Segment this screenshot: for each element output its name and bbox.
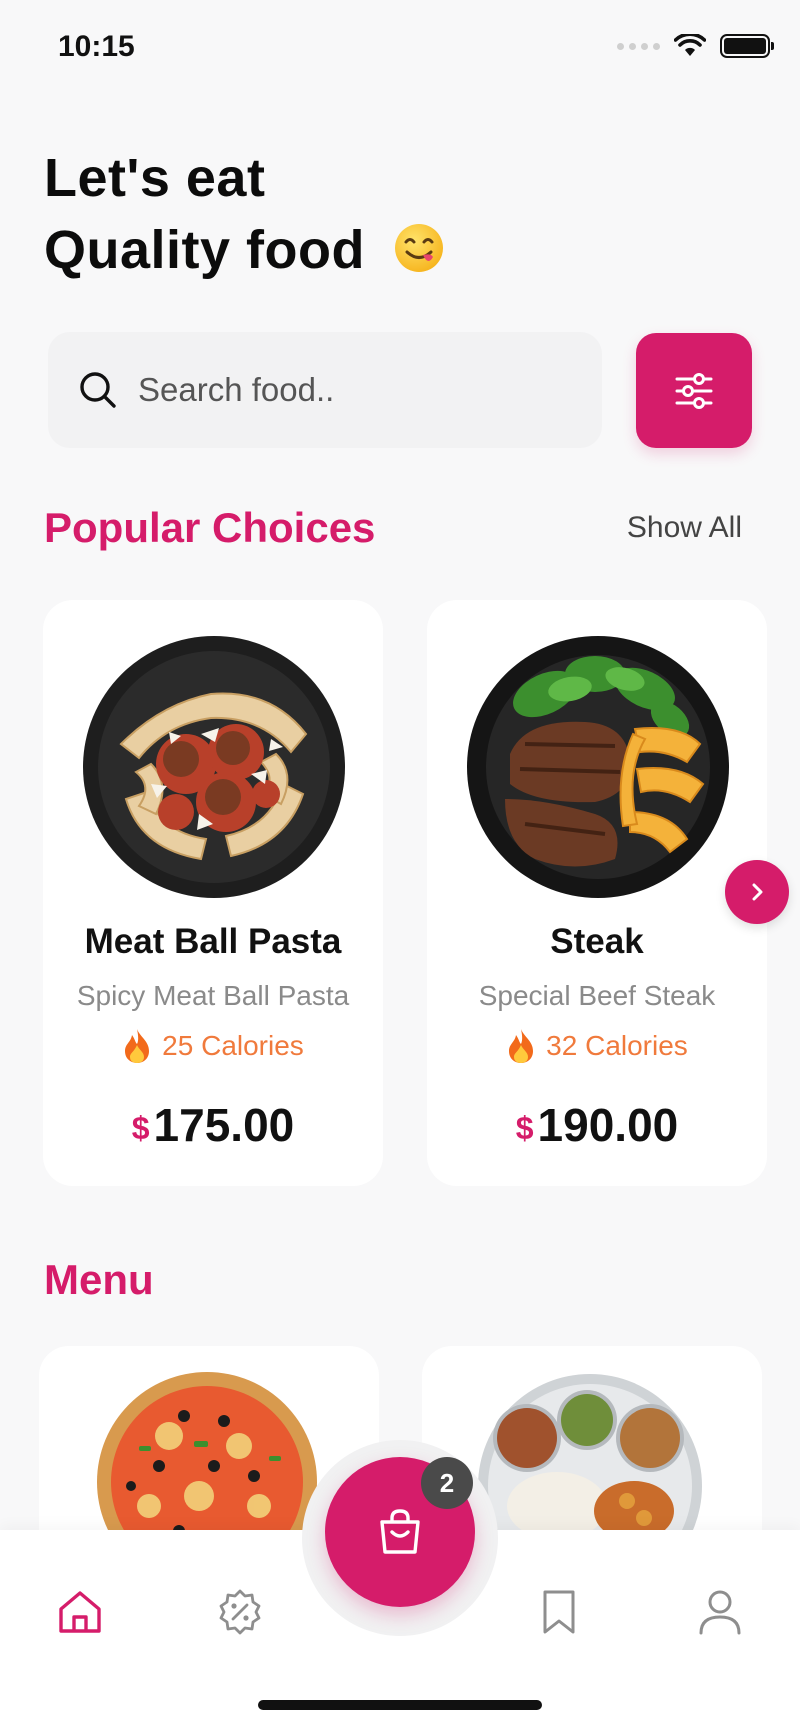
status-time: 10:15 — [58, 30, 135, 63]
home-icon — [59, 1591, 101, 1633]
section-title-popular: Popular Choices — [44, 504, 376, 551]
title-line-2-text: Quality food — [44, 220, 365, 280]
nav-home[interactable] — [52, 1584, 108, 1640]
nav-profile[interactable] — [692, 1584, 748, 1640]
steak-image — [467, 636, 729, 898]
next-button[interactable] — [725, 860, 789, 924]
title-line-1: Let's eat — [44, 148, 266, 208]
show-all-link[interactable]: Show All — [627, 511, 742, 545]
cart-count-badge: 2 — [421, 1457, 473, 1509]
price-value: 175.00 — [153, 1099, 295, 1151]
calories-text: 25 Calories — [162, 1030, 304, 1061]
status-bar: 10:15 — [0, 0, 800, 100]
search-input[interactable] — [138, 371, 578, 409]
search-icon — [80, 372, 116, 408]
search-bar[interactable] — [48, 332, 602, 448]
currency-symbol: $ — [515, 1110, 534, 1146]
sliders-icon — [675, 372, 713, 409]
nav-saved[interactable] — [531, 1584, 587, 1640]
battery-icon — [720, 34, 774, 58]
food-description: Spicy Meat Ball Pasta — [76, 980, 350, 1011]
filter-button[interactable] — [636, 333, 752, 448]
food-description: Special Beef Steak — [478, 980, 716, 1011]
currency-symbol: $ — [131, 1110, 150, 1146]
food-name: Steak — [550, 922, 644, 961]
calories-row: 32 Calories — [427, 1028, 767, 1064]
food-name: Meat Ball Pasta — [84, 922, 342, 961]
fire-icon — [509, 1029, 534, 1063]
page-title: Let's eat Quality food — [44, 142, 445, 286]
calories-text: 32 Calories — [546, 1030, 688, 1061]
status-icons — [617, 34, 774, 58]
home-indicator — [258, 1700, 542, 1710]
food-card[interactable]: Steak Special Beef Steak 32 Calories $19… — [427, 600, 767, 1186]
calories-row: 25 Calories — [43, 1028, 383, 1064]
food-price: $190.00 — [427, 1098, 767, 1152]
price-value: 190.00 — [537, 1099, 679, 1151]
bookmark-icon — [543, 1590, 575, 1634]
chevron-right-icon — [752, 883, 763, 901]
meatball-pasta-image — [83, 636, 345, 898]
shopping-bag-icon — [380, 1509, 420, 1554]
yum-emoji-icon — [394, 224, 443, 272]
title-line-2: Quality food — [44, 214, 445, 286]
section-title-menu: Menu — [44, 1256, 154, 1303]
signal-icon — [617, 42, 660, 50]
nav-offers[interactable] — [212, 1584, 268, 1640]
discount-badge-icon — [219, 1589, 261, 1635]
food-card[interactable]: Meat Ball Pasta Spicy Meat Ball Pasta 25… — [43, 600, 383, 1186]
food-price: $175.00 — [43, 1098, 383, 1152]
wifi-icon — [674, 34, 706, 56]
fire-icon — [125, 1029, 150, 1063]
profile-icon — [699, 1590, 741, 1635]
